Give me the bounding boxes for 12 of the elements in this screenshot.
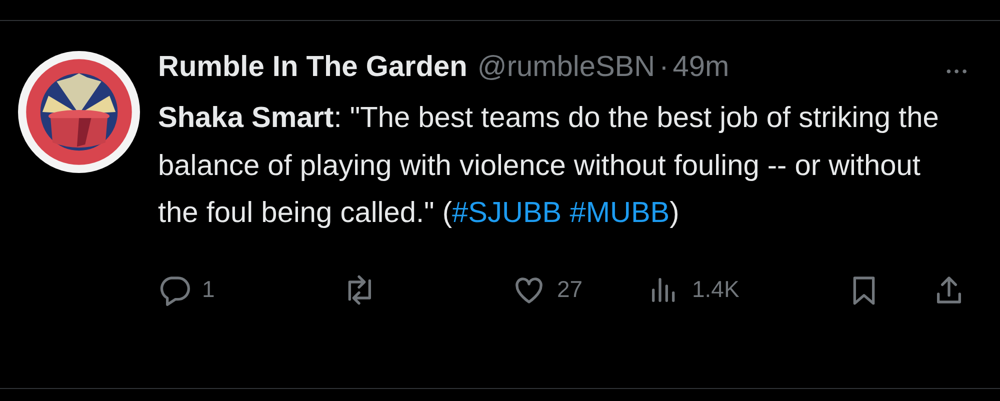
action-count: 1: [202, 276, 215, 303]
comment-icon[interactable]: [158, 274, 190, 306]
hashtag-link[interactable]: #SJUBB: [452, 197, 562, 229]
hashtag-link[interactable]: #MUBB: [570, 197, 670, 229]
more-button[interactable]: •••: [946, 63, 970, 79]
tweet-text: Shaka Smart: "The best teams do the best job of striking the balance of playing with violence without fouling -- or without the foul being called." (#SJUBB #MUBB): [158, 101, 940, 231]
action-count: 27: [557, 276, 583, 303]
separator-dot: ·: [659, 51, 669, 84]
timestamp[interactable]: 49m: [672, 51, 730, 84]
author-name[interactable]: Rumble In The Garden: [158, 51, 468, 84]
author-handle[interactable]: @rumbleSBN: [477, 51, 656, 84]
action-count: 1.4K: [692, 276, 740, 303]
